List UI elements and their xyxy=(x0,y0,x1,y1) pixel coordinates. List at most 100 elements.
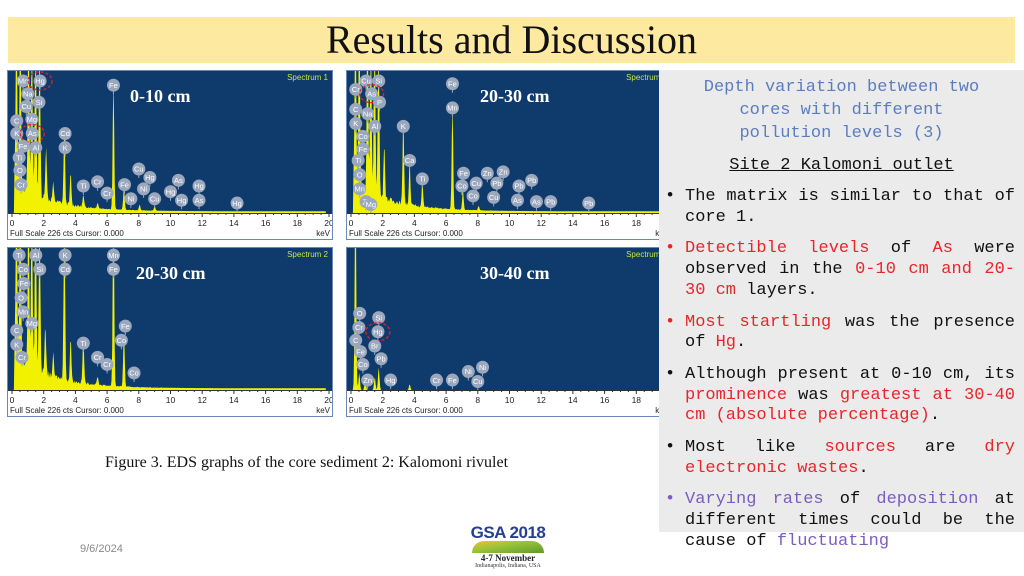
x-tick-label: 16 xyxy=(261,395,271,405)
bullet-text: Detectible levels xyxy=(685,239,870,259)
element-symbol: Pb xyxy=(584,199,593,208)
element-symbol: K xyxy=(63,251,68,260)
x-tick-label: 6 xyxy=(105,218,110,228)
x-tick-label: 8 xyxy=(475,218,480,228)
element-symbol: Cr xyxy=(18,353,26,362)
depth-label: 30-40 cm xyxy=(480,263,550,283)
element-symbol: As xyxy=(28,129,37,138)
element-symbol: Si xyxy=(36,265,43,274)
element-symbol: Co xyxy=(18,265,28,274)
x-tick-label: 8 xyxy=(136,218,141,228)
x-tick-label: 4 xyxy=(412,395,417,405)
title-bar: Results and Discussion xyxy=(8,17,1015,63)
bullet-text: are xyxy=(895,438,985,458)
element-symbol: C xyxy=(353,105,359,114)
element-symbol: C xyxy=(14,326,20,335)
element-symbol: Fe xyxy=(448,376,457,385)
element-symbol: Al xyxy=(32,251,39,260)
eds-spectrum-panel: Ti Al K Mn Co Si Cd Fe Fe O Mn Mg C K Cr Ti Cr Cr Fe Co Co 0 2… xyxy=(7,247,333,417)
element-symbol: Cr xyxy=(433,376,441,385)
bullet-dot: • xyxy=(665,438,676,458)
bullet-text: fluctuating xyxy=(776,531,890,551)
element-symbol: Cu xyxy=(134,165,144,174)
discussion-textbox: Depth variation between two cores with d… xyxy=(659,70,1024,551)
axis-unit: keV xyxy=(316,406,330,415)
slide-date: 9/6/2024 xyxy=(80,543,123,555)
element-symbol: Hg xyxy=(177,196,187,205)
x-tick-label: 8 xyxy=(475,395,480,405)
figure-caption: Figure 3. EDS graphs of the core sedimen… xyxy=(105,454,509,471)
element-symbol: Ni xyxy=(465,367,472,376)
x-tick-label: 10 xyxy=(166,218,176,228)
bullet-text: prominence xyxy=(685,385,788,405)
bullet-text: sources xyxy=(824,438,896,458)
element-symbol: Br xyxy=(371,342,379,351)
site-subheading: Site 2 Kalomoni outlet xyxy=(659,154,1024,178)
element-symbol: Mg xyxy=(27,115,37,124)
element-symbol: Cu xyxy=(150,195,160,204)
bullet-item: • Varying rates of deposition at differen… xyxy=(659,490,1024,552)
element-symbol: Cr xyxy=(94,177,102,186)
element-symbol: Si xyxy=(375,77,382,86)
element-symbol: Si xyxy=(36,98,43,107)
element-symbol: Pb xyxy=(514,182,523,191)
element-symbol: Cu xyxy=(21,102,31,111)
element-symbol: Cu xyxy=(471,179,481,188)
x-tick-label: 4 xyxy=(412,218,417,228)
element-symbol: Hg xyxy=(232,199,242,208)
element-symbol: Fe xyxy=(20,279,29,288)
element-symbol: Zn xyxy=(483,169,492,178)
x-tick-label: 8 xyxy=(136,395,141,405)
bullet-text: Although present at 0-10 cm, its xyxy=(685,364,1015,384)
element-symbol: Fe xyxy=(109,265,118,274)
slide-title: Results and Discussion xyxy=(325,17,698,62)
x-tick-label: 18 xyxy=(293,395,303,405)
element-symbol: Pb xyxy=(546,197,555,206)
element-symbol: Fe xyxy=(120,180,129,189)
scale-footer: Full Scale 226 cts Cursor: 0.000 xyxy=(349,229,463,238)
element-symbol: K xyxy=(401,122,406,131)
eds-spectrum-panel: CuSiCrAsPCNaKAlCoFeTiOMnZrMgKCaTiFeMnFeC… xyxy=(346,70,672,240)
bullet-dot: • xyxy=(665,312,676,332)
bullet-item: • Most startling was the presence of Hg. xyxy=(659,313,1024,354)
element-symbol: Cr xyxy=(103,360,111,369)
element-symbol: Ti xyxy=(16,251,22,260)
scale-footer: Full Scale 226 cts Cursor: 0.000 xyxy=(10,229,124,238)
element-symbol: Co xyxy=(358,360,368,369)
element-symbol: As xyxy=(532,197,541,206)
element-symbol: Hg xyxy=(145,173,155,182)
x-tick-label: 14 xyxy=(229,218,239,228)
element-symbol: Ti xyxy=(355,156,361,165)
x-tick-label: 18 xyxy=(293,218,303,228)
bullet-item: • Most like sources are dry electronic wa… xyxy=(659,438,1024,479)
x-tick-label: 6 xyxy=(105,395,110,405)
axis-unit: keV xyxy=(316,229,330,238)
eds-spectrum-panel: Mn Hg Na Si Cu Mg C K As Fe Al Ti O Cr Cd K Fe Cu Hg As Hg Ti… xyxy=(7,70,333,240)
bullet-text: The matrix is similar to that of core 1. xyxy=(685,187,1015,227)
element-symbol: C xyxy=(353,336,359,345)
element-symbol: Mg xyxy=(27,319,37,328)
bullet-text: Hg xyxy=(715,333,737,353)
element-symbol: Cu xyxy=(473,377,483,386)
x-tick-label: 2 xyxy=(380,395,385,405)
element-symbol: Ti xyxy=(80,182,86,191)
logo-dates: 4-7 November xyxy=(480,553,536,563)
x-tick-label: 2 xyxy=(380,218,385,228)
element-symbol: Pb xyxy=(377,354,386,363)
bullet-dot: • xyxy=(665,490,676,510)
bullet-text: Most startling xyxy=(685,312,832,332)
x-tick-label: 20 xyxy=(324,395,333,405)
element-symbol: Hg xyxy=(386,376,396,385)
x-tick-label: 16 xyxy=(600,395,610,405)
depth-label: 20-30 cm xyxy=(136,263,206,283)
x-tick-label: 10 xyxy=(505,395,515,405)
element-symbol: Fe xyxy=(459,169,468,178)
element-symbol: Ca xyxy=(405,156,415,165)
element-symbol: Cr xyxy=(94,353,102,362)
element-symbol: Pb xyxy=(527,176,536,185)
element-symbol: Hg xyxy=(35,77,45,86)
x-tick-label: 18 xyxy=(632,218,642,228)
element-symbol: Mn xyxy=(355,185,365,194)
bullet-dot: • xyxy=(665,364,676,384)
element-symbol: K xyxy=(14,129,19,138)
